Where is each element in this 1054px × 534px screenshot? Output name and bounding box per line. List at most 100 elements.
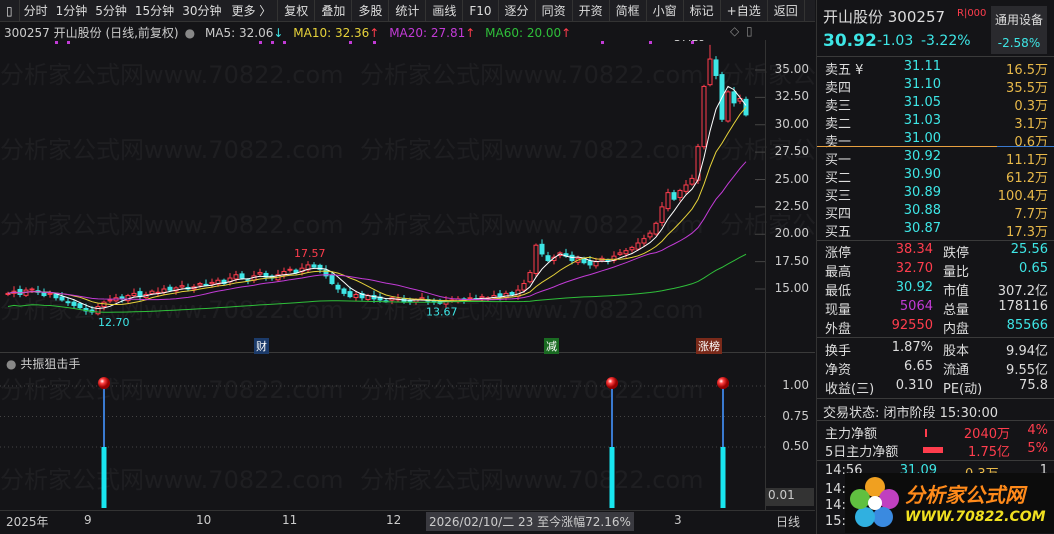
candle-body — [329, 274, 335, 285]
toolbar-button[interactable]: 开资 — [573, 0, 610, 22]
ma10-line — [7, 107, 747, 305]
candle-body — [239, 273, 245, 279]
ind-tick: 0.50 — [782, 439, 809, 453]
candle-body — [233, 274, 239, 280]
toolbar-button[interactable]: 统计 — [389, 0, 427, 22]
candle-body — [203, 283, 209, 286]
price-tick: 30.00 — [774, 116, 809, 131]
candle-body — [665, 192, 671, 210]
period-more[interactable]: 更多 〉 — [225, 0, 279, 22]
candle-body — [341, 288, 347, 294]
candle-body — [293, 269, 299, 274]
price-annotation: 13.67 — [426, 306, 458, 319]
candle-body — [353, 293, 359, 299]
candle-body — [689, 177, 695, 185]
indicator-axis: 1.00 0.75 0.50 0.01 — [765, 352, 815, 510]
period-15min[interactable]: 15分钟 — [131, 0, 178, 22]
sidebar-toggle-button[interactable]: ▯ — [0, 0, 20, 22]
flow-row: 5日主力净额 1.75亿 5% — [825, 441, 1048, 460]
date-label: 10 — [196, 513, 212, 527]
last-price: 30.92 — [823, 31, 877, 51]
candle-body — [527, 272, 533, 283]
signal-marker — [67, 41, 70, 44]
ask-row: 卖二 31.03 3.1万 — [825, 113, 1048, 132]
panel-toggle-icon[interactable]: ▯ — [746, 24, 753, 38]
watermark-logo: 分析家公式网 WWW.70822.COM — [845, 473, 1054, 533]
candle-body — [545, 255, 551, 262]
signal-marker — [349, 41, 352, 44]
bid-row: 买二 30.90 61.2万 — [825, 167, 1048, 186]
candle-body — [659, 206, 665, 223]
ma-toggle-icon[interactable]: ● — [185, 26, 195, 40]
toolbar-button[interactable]: 同资 — [536, 0, 573, 22]
period-fenshi[interactable]: 分时 — [20, 0, 52, 22]
toolbar-button[interactable]: 多股 — [352, 0, 390, 22]
price-annotation: 37.29 — [674, 40, 706, 44]
price-annotation: 17.57 — [294, 247, 326, 260]
toolbar-button[interactable]: 小窗 — [647, 0, 684, 22]
candle-body — [593, 261, 599, 267]
candle-body — [77, 303, 83, 309]
candle-body — [47, 292, 53, 295]
cursor-date-readout: 2026/02/10/二 23 至今涨幅72.16% — [426, 512, 634, 531]
price-annotation: 12.70 — [98, 316, 130, 329]
period-5min[interactable]: 5分钟 — [91, 0, 131, 22]
candle-body — [725, 91, 731, 122]
indicator-info-line: 300257 开山股份 (日线,前复权) ● MA5: 32.06↓ MA10: … — [4, 24, 577, 41]
toolbar-button[interactable]: 复权 — [278, 0, 316, 22]
candle-body — [17, 288, 23, 295]
toolbar-button[interactable]: F10 — [463, 0, 499, 22]
date-label: 9 — [84, 513, 92, 527]
r-tag: R|000 — [957, 8, 987, 19]
ma5-value: MA5: 32.06↓ — [204, 26, 284, 40]
candle-body — [671, 192, 677, 200]
candle-body — [707, 58, 713, 86]
price-tick: 15.00 — [774, 281, 809, 295]
candle-body — [65, 301, 71, 304]
candle-body — [713, 59, 719, 76]
toolbar: ▯ 分时 1分钟 5分钟 15分钟 30分钟 更多 〉 复权 叠加 多股 统计 画线 F1… — [0, 0, 815, 22]
sector-box[interactable]: 通用设备 -2.58% — [991, 6, 1047, 54]
candlestick-chart[interactable]: 12.70 17.57 13.67 37.29 — [0, 40, 765, 338]
candle-body — [257, 272, 263, 275]
price-tick: 17.50 — [774, 253, 809, 268]
toolbar-button[interactable]: 逐分 — [499, 0, 536, 22]
candle-body — [287, 268, 293, 271]
candle-body — [731, 91, 737, 104]
price-tick: 35.00 — [774, 62, 809, 76]
candle-body — [743, 98, 749, 116]
toolbar-button[interactable]: 返回 — [768, 0, 805, 22]
candle-body — [29, 288, 35, 291]
candle-body — [209, 281, 215, 285]
period-1min[interactable]: 1分钟 — [52, 0, 92, 22]
trade-status: 交易状态: 闭市阶段 15:30:00 — [823, 406, 999, 421]
candle-body — [653, 222, 659, 235]
bid-row: 买五 30.87 17.3万 — [825, 221, 1048, 240]
price-tick: 25.00 — [774, 171, 809, 186]
candle-body — [533, 244, 539, 274]
toolbar-button[interactable]: 简框 — [610, 0, 647, 22]
stat-row: 外盘 92550 内盘 85566 — [825, 318, 1048, 337]
signal-marker — [55, 41, 58, 44]
candle-body — [677, 189, 683, 198]
toolbar-button[interactable]: 叠加 — [315, 0, 353, 22]
candle-body — [107, 299, 113, 302]
period-30min[interactable]: 30分钟 — [178, 0, 225, 22]
price-change: -1.03 — [877, 33, 914, 49]
price-change-pct: -3.22% — [921, 33, 971, 49]
flow-bar — [925, 429, 927, 437]
fin-row: 净资 6.65 流通 9.55亿 — [825, 359, 1048, 378]
toolbar-button[interactable]: +自选 — [721, 0, 768, 22]
candle-body — [161, 288, 167, 293]
bid-row: 买四 30.88 7.7万 — [825, 203, 1048, 222]
toolbar-button[interactable]: 画线 — [426, 0, 464, 22]
stat-row: 最高 32.70 量比 0.65 — [825, 261, 1048, 280]
stat-row: 涨停 38.34 跌停 25.56 — [825, 242, 1048, 261]
diamond-icon[interactable]: ◇ — [730, 24, 739, 38]
period-label[interactable]: 日线 — [776, 513, 800, 530]
price-tick: 32.50 — [774, 89, 809, 104]
candle-body — [497, 293, 503, 298]
ma5-line — [7, 85, 747, 309]
candle-body — [617, 252, 623, 255]
toolbar-button[interactable]: 标记 — [684, 0, 721, 22]
